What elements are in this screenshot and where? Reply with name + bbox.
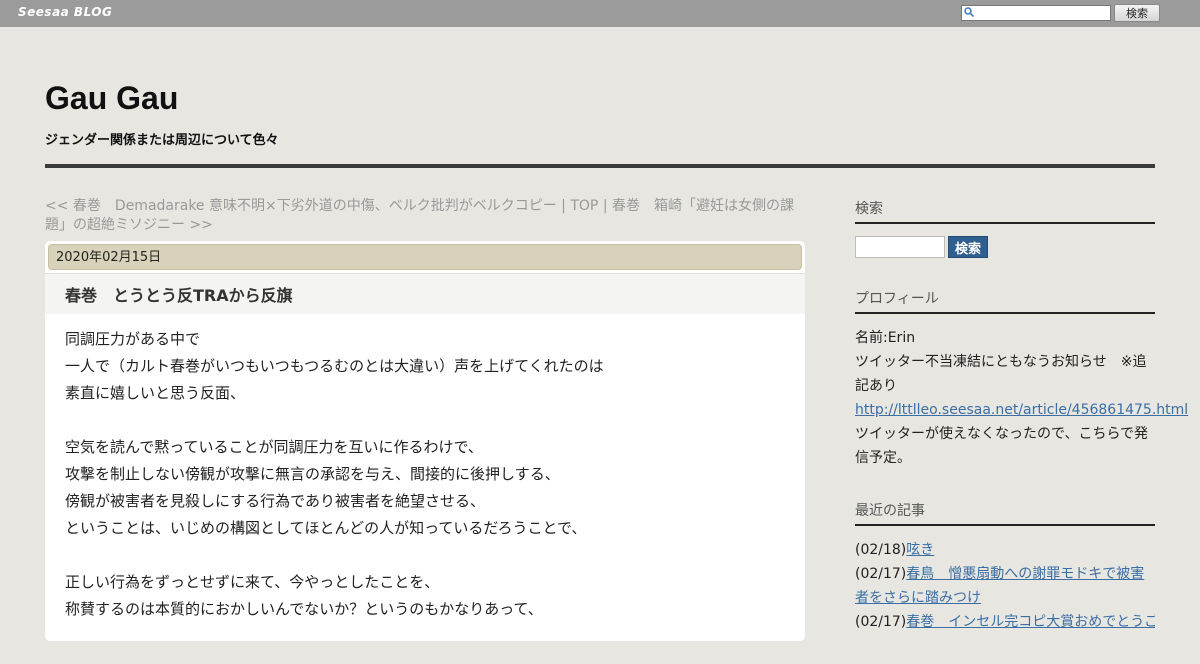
- blog-title[interactable]: Gau Gau: [45, 80, 178, 117]
- topic-navigation: << 春巻 Demadarake 意味不明×下劣外道の中傷、ベルク批判がベルクコ…: [45, 197, 805, 235]
- article-line: 素直に嬉しいと思う反面、: [65, 384, 246, 402]
- sidebar: 検索 検索 プロフィール 名前:Erin ツイッター不当凍結にともなうお知らせ …: [855, 198, 1188, 664]
- top-link[interactable]: TOP: [570, 198, 598, 214]
- topbar-search-button[interactable]: 検索: [1114, 4, 1160, 22]
- sidebar-search-button[interactable]: 検索: [948, 236, 989, 258]
- article-line: 攻撃を制止しない傍観が攻撃に無言の承認を与え、間接的に後押しする、: [65, 465, 560, 483]
- profile-name: 名前:Erin: [855, 330, 916, 346]
- list-item: (02/18)呟き: [855, 538, 1155, 562]
- article-title[interactable]: 春巻 とうとう反TRAから反旗: [65, 282, 293, 306]
- article-date: 2020年02月15日: [48, 244, 802, 270]
- article-line: 傍観が被害者を見殺しにする行為であり被害者を絶望させる、: [65, 492, 486, 510]
- topbar-search-input[interactable]: [961, 5, 1111, 21]
- article-body: 同調圧力がある中で 一人で（カルト春巻がいつもいつもつるむのとは大違い）声を上げ…: [45, 314, 805, 623]
- blog-description: ジェンダー関係または周辺について色々: [45, 133, 279, 148]
- header-divider: [45, 164, 1155, 168]
- article-line: 一人で（カルト春巻がいつもいつもつるむのとは大違い）声を上げてくれたのは: [65, 357, 604, 375]
- sidebar-search: 検索 検索: [855, 198, 1155, 258]
- sidebar-profile: プロフィール 名前:Erin ツイッター不当凍結にともなうお知らせ ※追記あり …: [855, 288, 1188, 470]
- recent-article-link[interactable]: 呟き: [906, 542, 934, 558]
- article-line: 称賛するのは本質的におかしいんでないか？というのもかなりあって、: [65, 600, 543, 618]
- recent-article-link[interactable]: 春巻 インセル完コピ大賞おめでとうご: [906, 614, 1155, 630]
- recent-date: (02/17): [855, 614, 907, 630]
- topic-separator: |: [598, 198, 612, 214]
- recent-heading: 最近の記事: [855, 500, 1155, 526]
- article-line: 正しい行為をずっとせずに来て、今やっとしたことを、: [65, 573, 440, 591]
- sidebar-search-heading: 検索: [855, 198, 1155, 224]
- topic-separator: |: [556, 198, 571, 214]
- article-blank-line: [65, 542, 785, 569]
- article-blank-line: [65, 407, 785, 434]
- prev-article-link[interactable]: << 春巻 Demadarake 意味不明×下劣外道の中傷、ベルク批判がベルクコ…: [45, 198, 557, 214]
- search-icon: [964, 7, 974, 17]
- topbar-search: 検索: [961, 4, 1160, 22]
- recent-date: (02/17): [855, 566, 907, 582]
- profile-heading: プロフィール: [855, 288, 1155, 314]
- profile-link[interactable]: http://lttlleo.seesaa.net/article/456861…: [855, 402, 1188, 418]
- seesaa-logo[interactable]: Seesaa BLOG: [18, 5, 112, 19]
- article-line: 空気を読んで黙っていることが同調圧力を互いに作るわけで、: [65, 438, 483, 456]
- profile-notice: ツイッター不当凍結にともなうお知らせ ※追記あり: [855, 354, 1147, 394]
- article: 2020年02月15日 春巻 とうとう反TRAから反旗 同調圧力がある中で 一人…: [45, 241, 805, 641]
- sidebar-search-form: 検索: [855, 236, 1155, 258]
- article-line: 同調圧力がある中で: [65, 330, 201, 348]
- list-item: (02/17)春巻 インセル完コピ大賞おめでとうご: [855, 610, 1155, 634]
- article-title-bar: 春巻 とうとう反TRAから反旗: [45, 273, 805, 314]
- recent-date: (02/18): [855, 542, 907, 558]
- article-line: ということは、いじめの構図としてほとんどの人が知っているだろうことで、: [65, 519, 587, 537]
- list-item: (02/17)春鳥 憎悪扇動への謝罪モドキで被害者をさらに踏みつけ: [855, 562, 1155, 610]
- profile-note: ツイッターが使えなくなったので、こちらで発信予定。: [855, 426, 1149, 466]
- seesaa-topbar: Seesaa BLOG 検索: [0, 0, 1200, 27]
- sidebar-recent-articles: 最近の記事 (02/18)呟き (02/17)春鳥 憎悪扇動への謝罪モドキで被害…: [855, 500, 1155, 634]
- sidebar-search-input[interactable]: [855, 236, 945, 258]
